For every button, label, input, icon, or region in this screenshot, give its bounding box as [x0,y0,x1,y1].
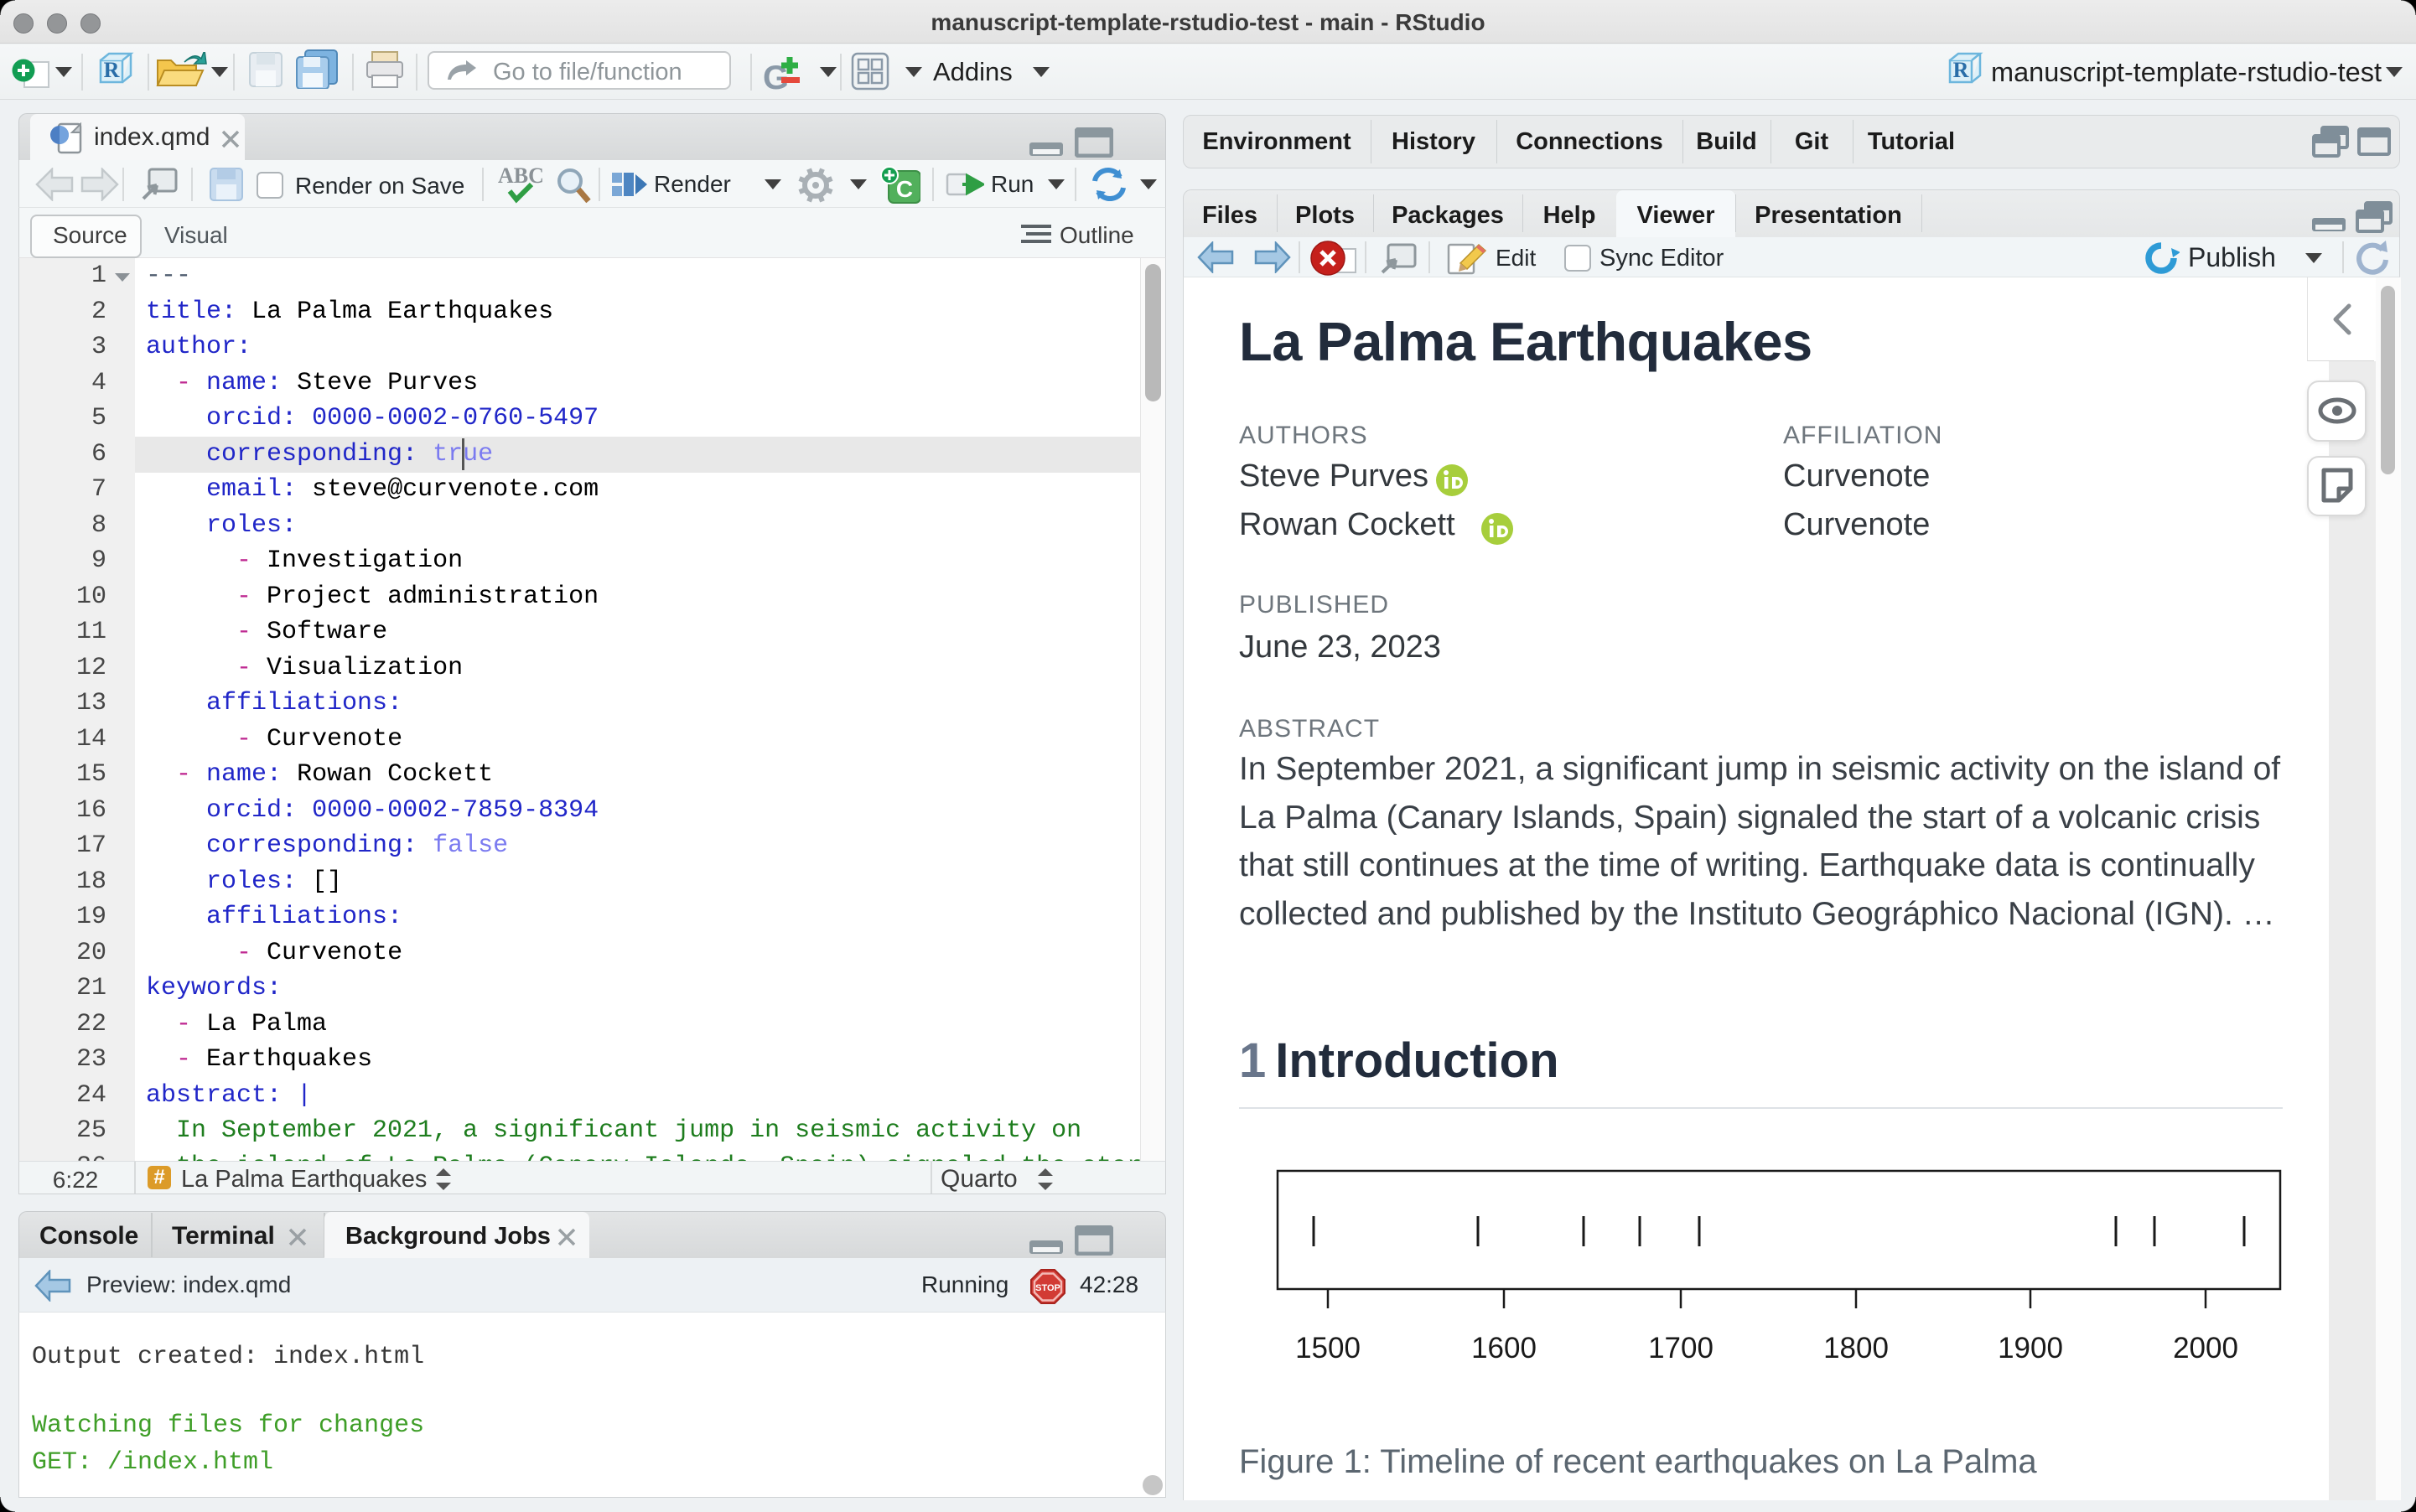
svg-text:R: R [1953,58,1969,82]
svg-text:STOP: STOP [1035,1283,1060,1293]
svg-text:R: R [104,58,120,82]
svg-text:ABC: ABC [498,164,544,188]
svg-text:C: C [896,176,913,202]
